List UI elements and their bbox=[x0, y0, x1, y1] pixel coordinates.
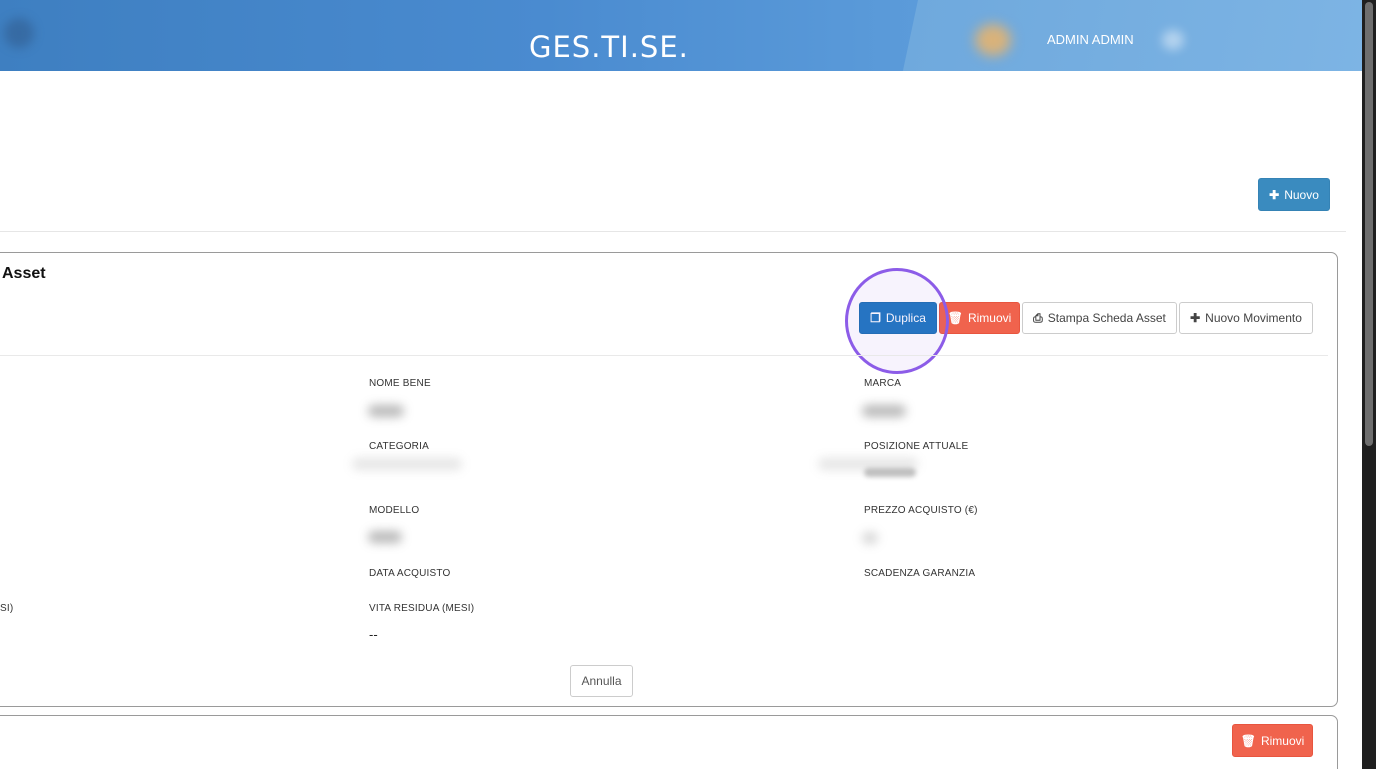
card-divider bbox=[0, 355, 1328, 356]
field-label-nome-bene: NOME BENE bbox=[369, 378, 431, 389]
copy-icon: ❐ bbox=[870, 311, 881, 325]
second-card bbox=[0, 715, 1338, 769]
field-value-prezzo-acquisto bbox=[862, 532, 878, 544]
page: GES.TI.SE. ADMIN ADMIN ✚ Nuovo Asset ❐ D… bbox=[0, 0, 1376, 769]
user-name[interactable]: ADMIN ADMIN bbox=[1047, 32, 1134, 47]
duplicate-button[interactable]: ❐ Duplica bbox=[859, 302, 937, 334]
trash-icon: 🗑 bbox=[947, 311, 963, 325]
top-navbar: GES.TI.SE. ADMIN ADMIN bbox=[0, 0, 1362, 71]
print-asset-sheet-button[interactable]: ⎙ Stampa Scheda Asset bbox=[1022, 302, 1177, 334]
field-value-nome-bene bbox=[368, 405, 404, 417]
scrollbar-thumb[interactable] bbox=[1365, 2, 1373, 446]
cancel-button-label: Annulla bbox=[581, 674, 622, 688]
print-button-label: Stampa Scheda Asset bbox=[1047, 311, 1166, 325]
plus-icon: ✚ bbox=[1269, 187, 1280, 202]
trash-icon: 🗑 bbox=[1240, 733, 1256, 748]
divider bbox=[0, 231, 1346, 232]
field-label-categoria: CATEGORIA bbox=[369, 441, 429, 452]
field-value-categoria bbox=[352, 458, 462, 470]
field-label-left-cut: SI) bbox=[0, 603, 14, 614]
field-label-marca: MARCA bbox=[864, 378, 902, 389]
field-value-modello bbox=[368, 531, 402, 543]
new-button[interactable]: ✚ Nuovo bbox=[1258, 178, 1330, 211]
field-label-posizione-attuale: POSIZIONE ATTUALE bbox=[864, 441, 969, 452]
user-menu-icon[interactable] bbox=[1162, 30, 1184, 50]
remove-button[interactable]: 🗑 Rimuovi bbox=[939, 302, 1020, 334]
field-value-posizione-attuale bbox=[864, 468, 916, 477]
new-button-label: Nuovo bbox=[1284, 187, 1319, 202]
remove-button-secondary-label: Rimuovi bbox=[1260, 733, 1305, 748]
plus-icon: ✚ bbox=[1190, 311, 1201, 325]
print-icon: ⎙ bbox=[1033, 310, 1043, 325]
card-title: Asset bbox=[2, 265, 46, 282]
field-label-scadenza-garanzia: SCADENZA GARANZIA bbox=[864, 568, 976, 579]
remove-button-label: Rimuovi bbox=[967, 311, 1012, 325]
field-label-data-acquisto: DATA ACQUISTO bbox=[369, 568, 451, 579]
field-label-modello: MODELLO bbox=[369, 505, 420, 516]
user-avatar[interactable] bbox=[975, 24, 1011, 56]
field-label-prezzo-acquisto: PREZZO ACQUISTO (€) bbox=[864, 505, 978, 516]
cancel-button[interactable]: Annulla bbox=[570, 665, 633, 697]
new-movement-button-label: Nuovo Movimento bbox=[1205, 311, 1302, 325]
new-movement-button[interactable]: ✚ Nuovo Movimento bbox=[1179, 302, 1313, 334]
field-value-vita-residua: -- bbox=[369, 627, 378, 642]
app-brand[interactable]: GES.TI.SE. bbox=[529, 30, 689, 64]
remove-button-secondary[interactable]: 🗑 Rimuovi bbox=[1232, 724, 1313, 757]
vertical-scrollbar[interactable] bbox=[1362, 0, 1376, 769]
field-label-vita-residua: VITA RESIDUA (MESI) bbox=[369, 603, 475, 614]
duplicate-button-label: Duplica bbox=[885, 311, 926, 325]
menu-icon[interactable] bbox=[4, 18, 34, 48]
field-value-marca bbox=[862, 405, 906, 417]
